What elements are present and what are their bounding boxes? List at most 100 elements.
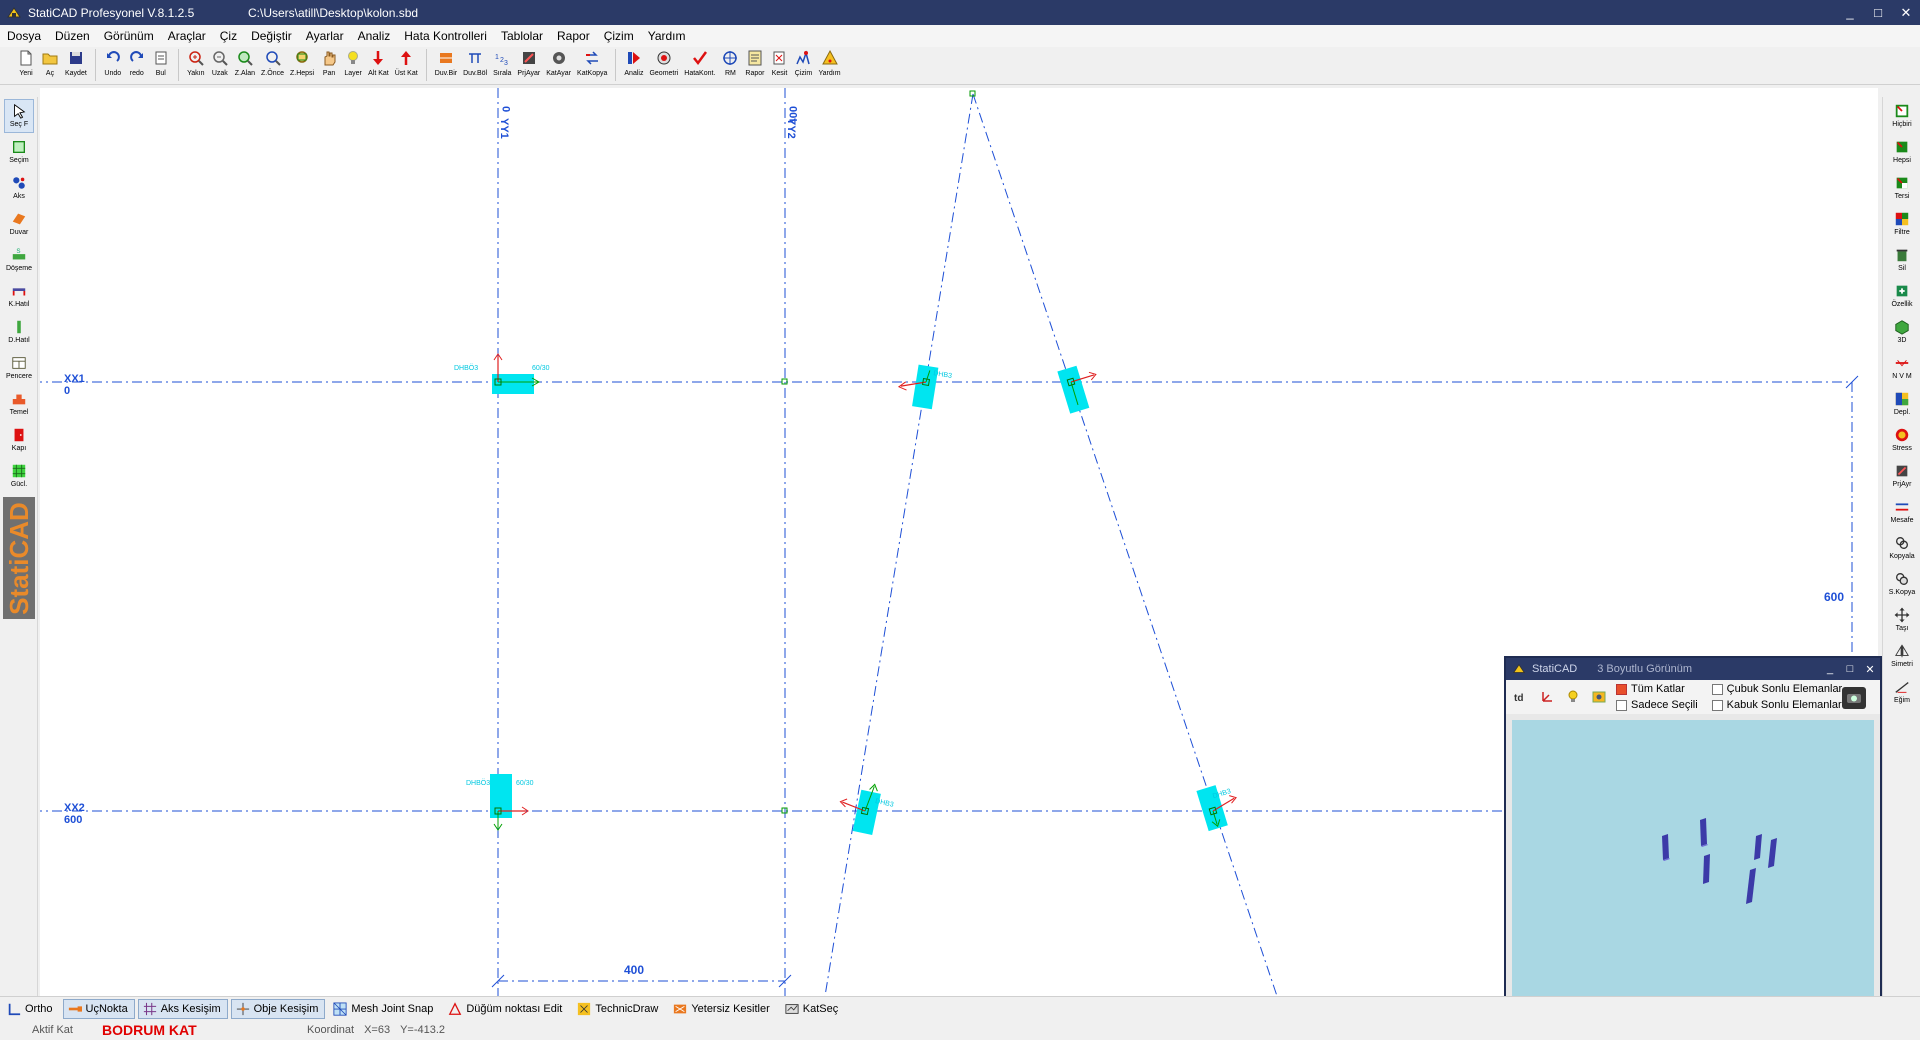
open-folder-button[interactable]: Aç bbox=[38, 47, 62, 83]
left-tool-axis[interactable]: Aks bbox=[4, 171, 34, 205]
maximize-button[interactable]: □ bbox=[1864, 0, 1892, 25]
zoom-all-button[interactable]: Z.Hepsi bbox=[287, 47, 317, 83]
zoom-out-button[interactable]: Uzak bbox=[208, 47, 232, 83]
right-tool-select-none[interactable]: Hiçbiri bbox=[1886, 99, 1918, 133]
upper-floor-button[interactable]: Üst Kat bbox=[392, 47, 421, 83]
tum-katlar-checkbox[interactable]: Tüm Katlar bbox=[1616, 682, 1698, 696]
right-tool-project-settings[interactable]: PrjAyr bbox=[1886, 459, 1918, 493]
report-button[interactable]: Rapor bbox=[742, 47, 767, 83]
menu-hata-kontrolleri[interactable]: Hata Kontrolleri bbox=[397, 25, 494, 47]
right-tool-copy[interactable]: Kopyala bbox=[1886, 531, 1918, 565]
redo-button[interactable]: redo bbox=[125, 47, 149, 83]
snap-endpoint-toggle[interactable]: UçNokta bbox=[62, 998, 135, 1019]
menu-ayarlar[interactable]: Ayarlar bbox=[299, 25, 351, 47]
column-c1[interactable]: DHBÖ3 60/30 bbox=[454, 353, 550, 394]
zoom-previous-button[interactable]: Z.Önce bbox=[258, 47, 287, 83]
right-tool-mirror[interactable]: Simetri bbox=[1886, 639, 1918, 673]
geometry-button[interactable]: Geometri bbox=[646, 47, 681, 83]
view3d-viewport[interactable] bbox=[1512, 720, 1874, 1000]
menu-çiz[interactable]: Çiz bbox=[213, 25, 244, 47]
zoom-area-button[interactable]: Z.Alan bbox=[232, 47, 258, 83]
floor-copy-button[interactable]: KatKopya bbox=[574, 47, 610, 83]
new-file-button[interactable]: Yeni bbox=[14, 47, 38, 83]
minimize-button[interactable]: _ bbox=[1836, 0, 1864, 25]
cubuk-checkbox[interactable]: Çubuk Sonlu Elemanlar bbox=[1711, 682, 1842, 696]
view3d-close-button[interactable]: ✕ bbox=[1860, 663, 1880, 676]
close-button[interactable]: ✕ bbox=[1892, 0, 1920, 25]
kabuk-checkbox[interactable]: Kabuk Sonlu Elemanlar bbox=[1711, 698, 1843, 712]
left-tool-selection[interactable]: Seçim bbox=[4, 135, 34, 169]
column-c6[interactable]: DHB3 bbox=[1196, 780, 1243, 832]
right-tool-properties[interactable]: Özellik bbox=[1886, 279, 1918, 313]
pan-hand-button[interactable]: Pan bbox=[317, 47, 341, 83]
left-tool-door[interactable]: Kapı bbox=[4, 423, 34, 457]
snap-object-intersection-toggle[interactable]: Obje Kesişim bbox=[230, 998, 326, 1019]
view3d-window[interactable]: StatiCAD 3 Boyutlu Görünüm _ □ ✕ td Tüm … bbox=[1504, 656, 1882, 1006]
right-tool-move[interactable]: Taşı bbox=[1886, 603, 1918, 637]
sort-button[interactable]: 1 2 3 Sırala bbox=[490, 47, 514, 83]
left-tool-strengthening[interactable]: Gücl. bbox=[4, 459, 34, 493]
technic-draw-icon[interactable]: td bbox=[1512, 688, 1530, 706]
camera-icon[interactable] bbox=[1842, 687, 1866, 709]
right-tool-invert-selection[interactable]: Tersi bbox=[1886, 171, 1918, 205]
snap-ortho-toggle[interactable]: Ortho bbox=[2, 999, 60, 1019]
analysis-button[interactable]: Analiz bbox=[621, 47, 646, 83]
axis-gizmo-icon[interactable] bbox=[1538, 688, 1556, 706]
snap-axis-intersection-toggle[interactable]: Aks Kesişim bbox=[137, 998, 228, 1019]
kabuk-box[interactable] bbox=[1711, 699, 1723, 711]
layer-bulb-button[interactable]: Layer bbox=[341, 47, 365, 83]
view3d-maximize-button[interactable]: □ bbox=[1840, 663, 1860, 676]
zoom-in-button[interactable]: Yakın bbox=[184, 47, 208, 83]
menu-analiz[interactable]: Analiz bbox=[351, 25, 398, 47]
left-tool-window[interactable]: Pencere bbox=[4, 351, 34, 385]
right-tool-slope[interactable]: Eğim bbox=[1886, 675, 1918, 709]
snap-technicdraw-toggle[interactable]: TechnicDraw bbox=[572, 999, 665, 1019]
rm-target-button[interactable]: RM bbox=[718, 47, 742, 83]
error-check-button[interactable]: HataKont. bbox=[681, 47, 718, 83]
left-tool-foundation[interactable]: Temel bbox=[4, 387, 34, 421]
column-c5[interactable]: DHB3 bbox=[835, 778, 897, 838]
right-tool-delete[interactable]: Sil bbox=[1886, 243, 1918, 277]
sadece-secili-box[interactable] bbox=[1616, 699, 1627, 711]
left-tool-horizontal-beam[interactable]: K.Hatıl bbox=[4, 279, 34, 313]
find-button[interactable]: Bul bbox=[149, 47, 173, 83]
right-tool-stress[interactable]: Stress bbox=[1886, 423, 1918, 457]
lower-floor-button[interactable]: Alt Kat bbox=[365, 47, 392, 83]
render-settings-icon[interactable] bbox=[1590, 688, 1608, 706]
column-c3[interactable]: DHB3 bbox=[896, 362, 953, 411]
project-settings-button[interactable]: PrjAyar bbox=[514, 47, 543, 83]
left-tool-slab[interactable]: S Döşeme bbox=[4, 243, 34, 277]
column-c4[interactable] bbox=[1057, 361, 1104, 414]
menu-rapor[interactable]: Rapor bbox=[550, 25, 597, 47]
sadece-secili-checkbox[interactable]: Sadece Seçili bbox=[1616, 698, 1698, 712]
snap-floor-select-toggle[interactable]: KatSeç bbox=[780, 999, 845, 1019]
menu-dosya[interactable]: Dosya bbox=[0, 25, 48, 47]
help-button[interactable]: Yardım bbox=[815, 47, 843, 83]
column-c2[interactable]: DHBÖ3 60/30 bbox=[466, 774, 534, 831]
view3d-minimize-button[interactable]: _ bbox=[1820, 663, 1840, 676]
right-tool-displacement[interactable]: Depl. bbox=[1886, 387, 1918, 421]
right-tool-select-all[interactable]: Hepsi bbox=[1886, 135, 1918, 169]
snap-insufficient-sections-toggle[interactable]: Yetersiz Kesitler bbox=[668, 999, 776, 1019]
cubuk-box[interactable] bbox=[1711, 683, 1723, 695]
menu-araçlar[interactable]: Araçlar bbox=[161, 25, 213, 47]
snap-mesh-snap-toggle[interactable]: Mesh Joint Snap bbox=[328, 999, 440, 1019]
tum-katlar-box[interactable] bbox=[1616, 683, 1627, 695]
section-button[interactable]: Kesit bbox=[767, 47, 791, 83]
right-tool-special-copy[interactable]: S.Kopya bbox=[1886, 567, 1918, 601]
left-tool-vertical-beam[interactable]: D.Hatıl bbox=[4, 315, 34, 349]
menu-çizim[interactable]: Çizim bbox=[597, 25, 641, 47]
right-tool-filter[interactable]: Filtre bbox=[1886, 207, 1918, 241]
menu-değiştir[interactable]: Değiştir bbox=[244, 25, 299, 47]
undo-button[interactable]: Undo bbox=[101, 47, 125, 83]
light-bulb-icon[interactable] bbox=[1564, 688, 1582, 706]
snap-node-edit-toggle[interactable]: Düğüm noktası Edit bbox=[443, 999, 569, 1019]
wall-join-button[interactable]: Duv.Bir bbox=[432, 47, 460, 83]
drawing-button[interactable]: Çizim bbox=[791, 47, 815, 83]
save-button[interactable]: Kaydet bbox=[62, 47, 90, 83]
left-tool-select-arrow[interactable]: Seç F bbox=[4, 99, 34, 133]
left-tool-wall[interactable]: Duvar bbox=[4, 207, 34, 241]
right-tool-distance[interactable]: Mesafe bbox=[1886, 495, 1918, 529]
menu-tablolar[interactable]: Tablolar bbox=[494, 25, 550, 47]
menu-yardım[interactable]: Yardım bbox=[641, 25, 693, 47]
